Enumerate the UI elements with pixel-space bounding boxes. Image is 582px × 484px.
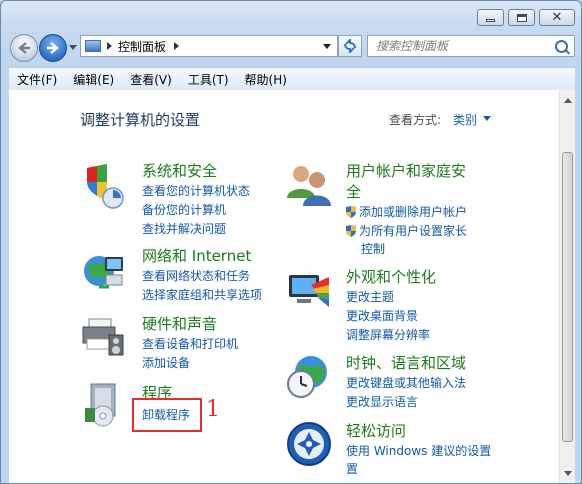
scroll-thumb[interactable] (562, 152, 573, 442)
user-accounts-icon[interactable] (285, 162, 333, 210)
link-devices-printers[interactable]: 查看设备和打印机 (142, 335, 238, 352)
appearance-display-icon[interactable] (285, 267, 333, 315)
link-find-fix-problems[interactable]: 查找并解决问题 (142, 220, 226, 237)
ease-of-access-icon[interactable] (285, 420, 333, 468)
highlight-uninstall-box (132, 398, 202, 432)
category-system-security-title[interactable]: 系统和安全 (142, 160, 217, 181)
scroll-up-button[interactable] (561, 92, 575, 108)
menu-bar: 文件(F) 编辑(E) 查看(V) 工具(T) 帮助(H) (9, 67, 575, 91)
control-panel-window: ✕ 控制面板 文件(F) 编辑(E) 查看(V) 工具(T) 帮助(H) 调整计… (0, 0, 582, 484)
view-by-dropdown[interactable]: 类别 (453, 111, 477, 128)
menu-tools[interactable]: 工具(T) (180, 71, 237, 88)
search-icon[interactable] (555, 40, 568, 53)
programs-box-icon[interactable] (79, 380, 127, 428)
category-user-accounts-title-line2[interactable]: 全 (346, 181, 361, 202)
forward-button[interactable] (39, 34, 67, 62)
link-add-device[interactable]: 添加设备 (142, 354, 190, 371)
content-pane: 调整计算机的设置 查看方式: 类别 系统和安全 查看您的计算机状态 备份您的计算… (9, 90, 575, 483)
uac-shield-icon (346, 225, 356, 237)
scroll-up-arrow-icon (564, 97, 572, 103)
menu-view[interactable]: 查看(V) (122, 71, 180, 88)
search-input[interactable] (374, 38, 554, 54)
view-by-label: 查看方式: (389, 113, 442, 127)
page-title: 调整计算机的设置 (80, 111, 201, 129)
recent-pages-dropdown[interactable] (69, 45, 77, 50)
breadcrumb-control-panel[interactable]: 控制面板 (118, 38, 166, 55)
minimize-button[interactable] (477, 9, 504, 26)
category-ease-of-access-title[interactable]: 轻松访问 (346, 420, 406, 441)
link-change-keyboard-input[interactable]: 更改键盘或其他输入法 (346, 374, 466, 391)
link-use-recommended-settings[interactable]: 使用 Windows 建议的设置 (346, 442, 491, 459)
link-add-remove-user-label[interactable]: 添加或删除用户帐户 (359, 205, 467, 219)
menu-help[interactable]: 帮助(H) (237, 71, 295, 88)
link-backup-computer[interactable]: 备份您的计算机 (142, 201, 226, 218)
step-number-annotation: 1 (206, 397, 220, 422)
hardware-printer-icon[interactable] (79, 313, 127, 361)
breadcrumb-expand-icon[interactable] (174, 42, 180, 50)
link-network-status-tasks[interactable]: 查看网络状态和任务 (142, 267, 250, 284)
vertical-scrollbar[interactable] (559, 90, 575, 483)
minimize-icon (486, 19, 495, 22)
back-arrow-icon (18, 42, 30, 54)
scroll-down-button[interactable] (561, 465, 575, 481)
search-box[interactable] (367, 35, 575, 57)
link-change-theme[interactable]: 更改主题 (346, 288, 394, 305)
link-change-desktop-background[interactable]: 更改桌面背景 (346, 307, 418, 324)
scroll-down-arrow-icon (564, 470, 572, 476)
link-parental-controls[interactable]: 为所有用户设置家长 (346, 222, 467, 239)
category-user-accounts-title[interactable]: 用户帐户和家庭安 (346, 160, 466, 181)
menu-file[interactable]: 文件(F) (9, 71, 65, 88)
view-by-chevron-down-icon[interactable] (483, 116, 491, 121)
control-panel-icon (85, 40, 101, 52)
close-button[interactable]: ✕ (539, 9, 575, 26)
maximize-icon (516, 13, 527, 22)
clock-language-region-icon[interactable] (285, 352, 333, 400)
category-network-internet-title[interactable]: 网络和 Internet (142, 245, 251, 266)
maximize-button[interactable] (508, 9, 535, 26)
address-history-dropdown[interactable] (323, 44, 331, 49)
refresh-icon (344, 39, 356, 53)
refresh-button[interactable] (338, 35, 362, 57)
close-icon: ✕ (551, 10, 563, 25)
category-appearance-title[interactable]: 外观和个性化 (346, 266, 436, 287)
link-view-computer-status[interactable]: 查看您的计算机状态 (142, 182, 250, 199)
network-globe-icon[interactable] (79, 247, 127, 295)
address-bar[interactable]: 控制面板 (80, 35, 338, 57)
link-use-recommended-settings-line2[interactable]: 置 (346, 460, 358, 477)
breadcrumb-separator-icon[interactable] (107, 42, 112, 50)
category-hardware-sound-title[interactable]: 硬件和声音 (142, 313, 217, 334)
back-button[interactable] (10, 34, 38, 62)
system-security-shield-icon[interactable] (79, 162, 127, 210)
link-adjust-resolution[interactable]: 调整屏幕分辨率 (346, 326, 430, 343)
link-parental-controls-label[interactable]: 为所有用户设置家长 (359, 224, 467, 238)
link-parental-controls-line2[interactable]: 控制 (361, 240, 385, 257)
link-homegroup-sharing[interactable]: 选择家庭组和共享选项 (142, 286, 262, 303)
menu-edit[interactable]: 编辑(E) (65, 71, 122, 88)
forward-arrow-icon (47, 42, 59, 54)
link-add-remove-user[interactable]: 添加或删除用户帐户 (346, 203, 467, 220)
uac-shield-icon (346, 206, 356, 218)
link-change-display-language[interactable]: 更改显示语言 (346, 393, 418, 410)
category-clock-language-region-title[interactable]: 时钟、语言和区域 (346, 352, 466, 373)
